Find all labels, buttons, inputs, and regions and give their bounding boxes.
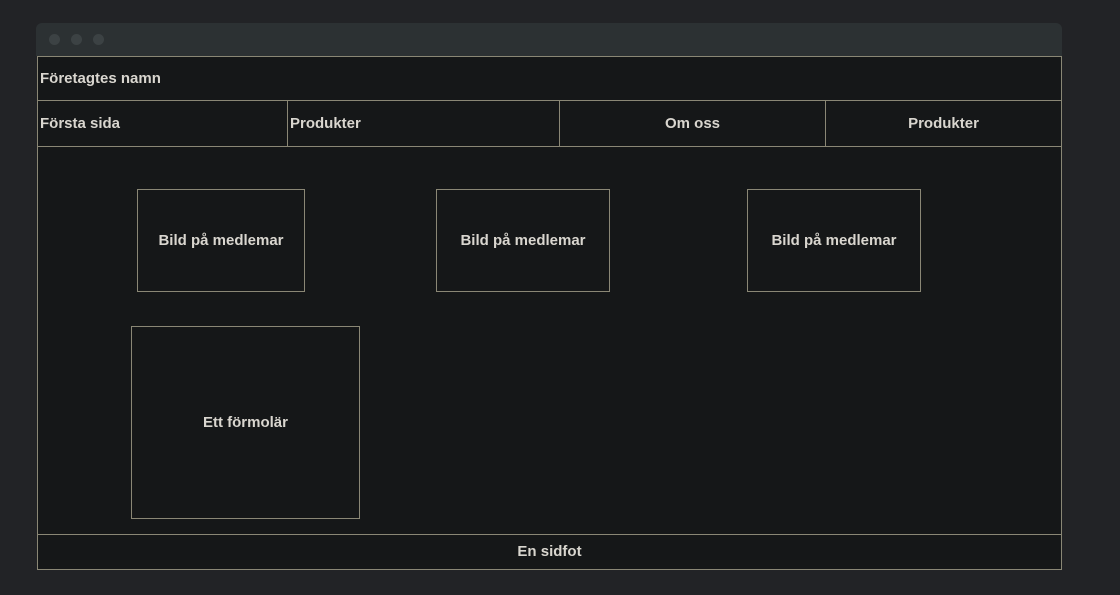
- header-divider: [38, 100, 1061, 101]
- form-placeholder[interactable]: Ett förmolär: [131, 326, 360, 519]
- member-image-label: Bild på medlemar: [158, 232, 284, 249]
- form-label: Ett förmolär: [202, 414, 288, 431]
- footer-divider: [38, 534, 1061, 535]
- window-titlebar: [36, 23, 1062, 56]
- member-image-placeholder: Bild på medlemar: [436, 189, 610, 292]
- nav-divider-bottom: [38, 146, 1061, 147]
- member-image-label: Bild på medlemar: [460, 232, 586, 249]
- maximize-window-icon[interactable]: [93, 34, 104, 45]
- nav-item-forsta-sida[interactable]: Första sida: [40, 115, 120, 132]
- nav-divider: [287, 101, 288, 147]
- company-name: Företagtes namn: [40, 70, 161, 87]
- nav-item-produkter-2[interactable]: Produkter: [826, 115, 1061, 132]
- minimize-window-icon[interactable]: [71, 34, 82, 45]
- nav-item-om-oss[interactable]: Om oss: [560, 115, 825, 132]
- wireframe-page: Företagtes namn Första sida Produkter Om…: [37, 56, 1062, 570]
- member-image-label: Bild på medlemar: [771, 232, 897, 249]
- browser-window: Företagtes namn Första sida Produkter Om…: [36, 23, 1062, 570]
- footer-text: En sidfot: [517, 543, 582, 560]
- member-image-placeholder: Bild på medlemar: [747, 189, 921, 292]
- member-image-placeholder: Bild på medlemar: [137, 189, 305, 292]
- close-window-icon[interactable]: [49, 34, 60, 45]
- nav-item-produkter[interactable]: Produkter: [290, 115, 361, 132]
